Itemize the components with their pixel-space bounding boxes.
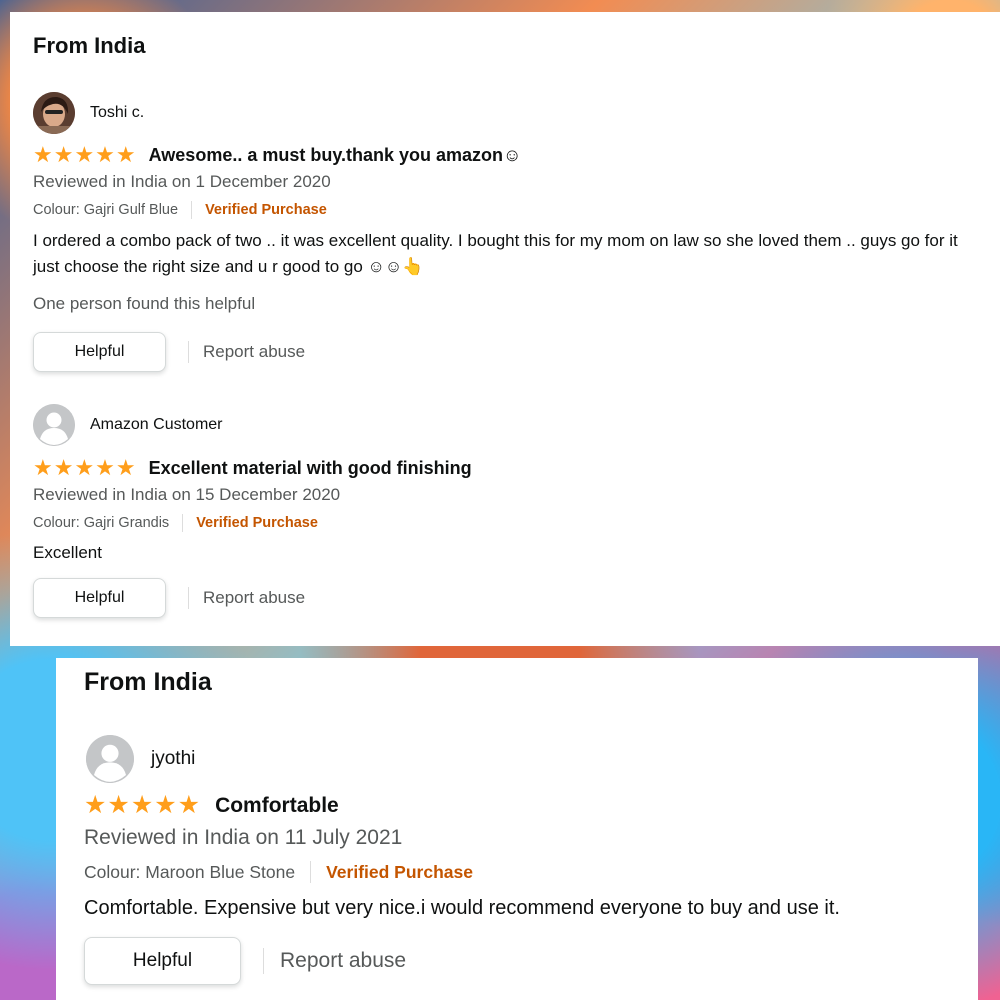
helpful-button[interactable]: Helpful	[33, 332, 166, 372]
reviewer-profile[interactable]: Toshi c.	[33, 92, 144, 134]
colour-variant[interactable]: Colour: Gajri Grandis	[33, 515, 169, 531]
review-date: Reviewed in India on 15 December 2020	[33, 485, 341, 504]
default-user-icon	[86, 735, 134, 783]
report-abuse-link[interactable]: Report abuse	[280, 949, 406, 973]
verified-purchase-badge: Verified Purchase	[205, 202, 327, 218]
reviewer-name: Toshi c.	[90, 104, 145, 121]
review-actions: Helpful Report abuse	[33, 332, 305, 372]
report-abuse-link[interactable]: Report abuse	[203, 588, 305, 608]
review-meta: Colour: Maroon Blue Stone Verified Purch…	[84, 861, 473, 883]
colour-variant[interactable]: Colour: Maroon Blue Stone	[84, 862, 295, 883]
review-date: Reviewed in India on 1 December 2020	[33, 172, 331, 191]
review-actions: Helpful Report abuse	[33, 578, 305, 618]
review-body: I ordered a combo pack of two .. it was …	[33, 231, 958, 277]
review-title[interactable]: Excellent material with good finishing	[149, 458, 472, 479]
avatar	[33, 404, 75, 446]
verified-purchase-badge: Verified Purchase	[196, 515, 318, 531]
review-title[interactable]: Comfortable	[215, 794, 339, 818]
rating-row: ★★★★★ Excellent material with good finis…	[33, 457, 472, 479]
panel-heading: From India	[33, 33, 146, 58]
review-meta: Colour: Gajri Gulf Blue Verified Purchas…	[33, 201, 327, 219]
panel-heading: From India	[84, 668, 212, 696]
helpful-button[interactable]: Helpful	[84, 937, 241, 985]
divider	[310, 861, 312, 883]
avatar	[33, 92, 75, 134]
review-panel-2: From India jyothi ★★★★★ Comfortable Revi…	[56, 658, 978, 1000]
reviewer-name: Amazon Customer	[90, 416, 223, 433]
avatar	[86, 735, 134, 783]
star-rating-icon[interactable]: ★★★★★	[84, 793, 201, 818]
star-rating-icon[interactable]: ★★★★★	[33, 457, 137, 479]
review-date: Reviewed in India on 11 July 2021	[84, 826, 403, 849]
helpful-count: One person found this helpful	[33, 294, 256, 313]
divider	[191, 201, 193, 219]
report-abuse-link[interactable]: Report abuse	[203, 342, 305, 362]
review-title[interactable]: Awesome.. a must buy.thank you amazon☺	[149, 145, 522, 166]
review-body: Excellent	[33, 543, 102, 562]
reviewer-name: jyothi	[151, 748, 196, 769]
reviewer-profile[interactable]: jyothi	[86, 735, 195, 783]
star-rating-icon[interactable]: ★★★★★	[33, 144, 137, 166]
rating-row: ★★★★★ Comfortable	[84, 793, 339, 818]
divider	[188, 341, 189, 363]
review-meta: Colour: Gajri Grandis Verified Purchase	[33, 514, 318, 532]
divider	[263, 948, 264, 974]
review-actions: Helpful Report abuse	[84, 937, 406, 985]
colour-variant[interactable]: Colour: Gajri Gulf Blue	[33, 202, 178, 218]
divider	[188, 587, 189, 609]
review-panel-1: From India Toshi c. ★★★★★ Awesome.. a mu…	[10, 12, 1000, 646]
review-body: Comfortable. Expensive but very nice.i w…	[84, 897, 840, 919]
default-user-icon	[33, 404, 75, 446]
reviewer-profile[interactable]: Amazon Customer	[33, 404, 223, 446]
helpful-button[interactable]: Helpful	[33, 578, 166, 618]
divider	[182, 514, 184, 532]
verified-purchase-badge: Verified Purchase	[326, 861, 473, 882]
rating-row: ★★★★★ Awesome.. a must buy.thank you ama…	[33, 144, 521, 166]
